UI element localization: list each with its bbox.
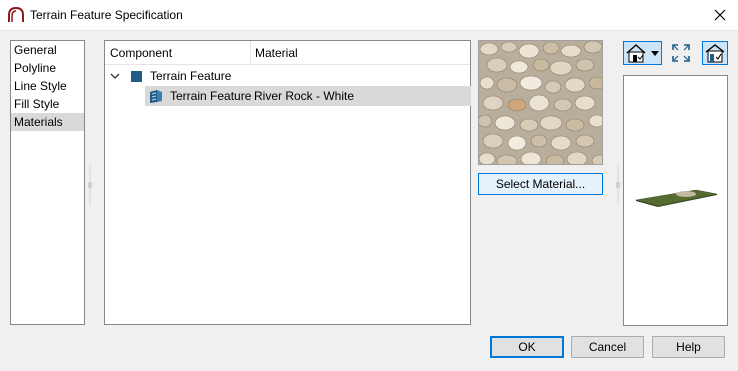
material-icon <box>150 90 162 103</box>
tree-group-row[interactable]: Terrain Feature <box>105 66 470 86</box>
app-arch-icon <box>8 7 24 22</box>
material-preview[interactable] <box>623 75 728 326</box>
nav-item-polyline[interactable]: Polyline <box>11 59 84 77</box>
column-header-material[interactable]: Material <box>255 46 298 60</box>
view-mode-dropdown[interactable] <box>623 41 662 65</box>
ok-button[interactable]: OK <box>490 336 564 358</box>
nav-item-general[interactable]: General <box>11 41 84 59</box>
window-title: Terrain Feature Specification <box>30 8 183 22</box>
column-header-component[interactable]: Component <box>110 46 172 60</box>
row-component: Terrain Feature <box>170 89 252 103</box>
select-material-button[interactable]: Select Material... <box>478 173 603 195</box>
fit-view-icon <box>672 44 690 62</box>
cancel-button[interactable]: Cancel <box>571 336 644 358</box>
river-rock-texture <box>479 41 602 164</box>
house-check-icon <box>705 44 725 63</box>
close-icon[interactable] <box>710 5 730 25</box>
help-button[interactable]: Help <box>652 336 725 358</box>
group-label: Terrain Feature <box>150 69 232 83</box>
table-row[interactable]: Terrain Feature River Rock - White <box>105 86 471 106</box>
material-swatch <box>478 40 603 165</box>
splitter-grip <box>88 182 92 188</box>
terrain-feature-preview <box>635 189 718 207</box>
house-view-dropdown-icon <box>626 44 659 63</box>
nav-item-line-style[interactable]: Line Style <box>11 77 84 95</box>
tree-header: Component Material <box>105 41 470 65</box>
column-divider[interactable] <box>250 41 251 65</box>
chevron-down-icon[interactable] <box>109 70 121 82</box>
splitter-handle[interactable] <box>88 165 92 205</box>
title-bar: Terrain Feature Specification <box>0 0 738 31</box>
nav-item-materials[interactable]: Materials <box>11 113 84 131</box>
nav-item-fill-style[interactable]: Fill Style <box>11 95 84 113</box>
group-color-icon <box>131 71 142 82</box>
splitter-handle-right[interactable] <box>616 165 620 205</box>
fit-view-button[interactable] <box>669 41 693 65</box>
splitter-grip <box>616 182 620 188</box>
toggle-preview-button[interactable] <box>702 41 728 65</box>
category-list[interactable]: General Polyline Line Style Fill Style M… <box>10 40 85 325</box>
material-tree[interactable]: Component Material Terrain Feature Terra… <box>104 40 471 325</box>
row-material: River Rock - White <box>254 89 355 103</box>
